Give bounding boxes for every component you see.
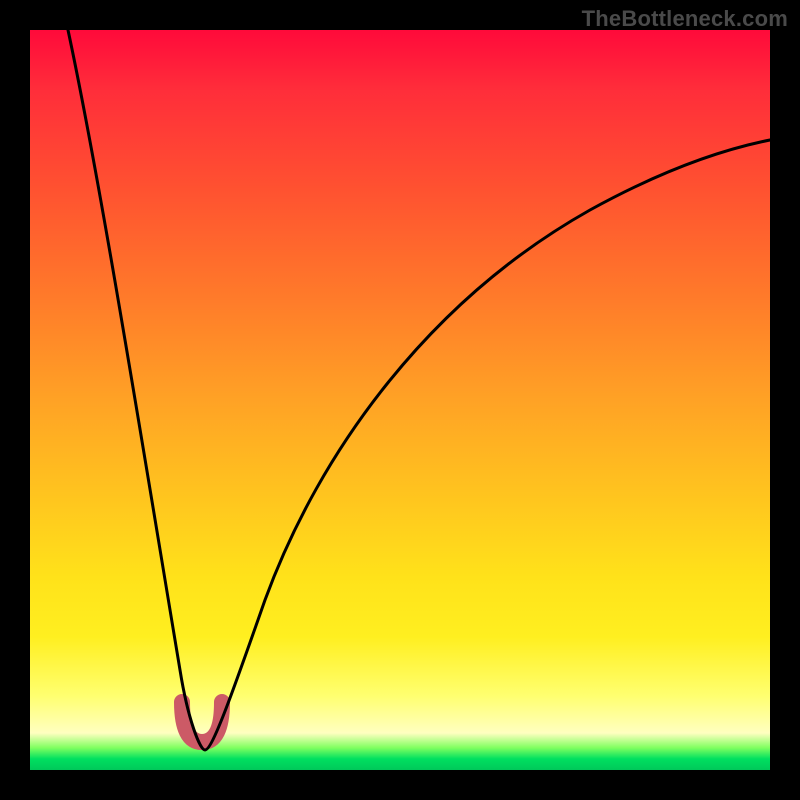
bottleneck-curve	[68, 30, 770, 750]
chart-frame: TheBottleneck.com	[0, 0, 800, 800]
watermark-text: TheBottleneck.com	[582, 6, 788, 32]
plot-area	[30, 30, 770, 770]
curve-layer	[30, 30, 770, 770]
